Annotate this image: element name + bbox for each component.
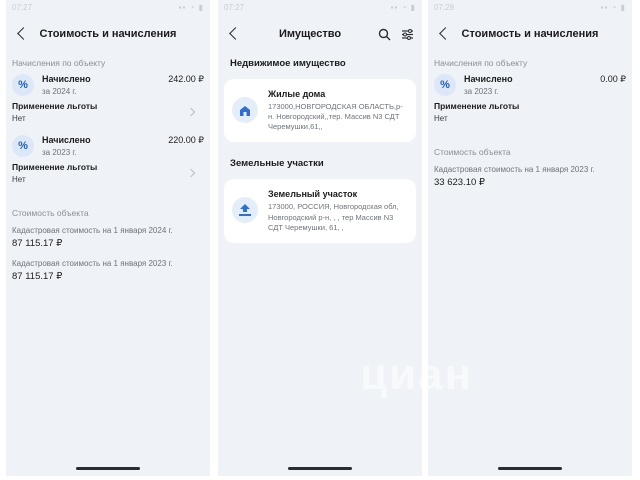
cadastral-value: 87 115.17 ₽ xyxy=(12,271,63,282)
property-card-house[interactable]: Жилые дома 173000,НОВГОРОДСКАЯ ОБЛАСТЬ,р… xyxy=(224,79,416,143)
screen-charges-1: 07:27 ▪▪ ◔ ▮ Стоимость и начисления Начи… xyxy=(6,0,210,476)
benefit-value: Нет xyxy=(12,175,26,184)
header: Стоимость и начисления xyxy=(6,14,210,54)
benefit-row[interactable]: Применение льготы Нет xyxy=(6,101,210,123)
cadastral-label: Кадастровая стоимость на 1 января 2023 г… xyxy=(12,259,173,268)
accrual-item[interactable]: % Начислено за 2023 г. 220.00 ₽ xyxy=(6,135,210,157)
cadastral-value: 33 623.10 ₽ xyxy=(434,177,485,188)
property-card-land[interactable]: Земельный участок 173000, РОССИЯ, Новгор… xyxy=(224,179,416,243)
status-time: 07:27 xyxy=(12,3,33,12)
screen-charges-2: 07:28 ▪▪ ◔ ▮ Стоимость и начисления Начи… xyxy=(428,0,632,476)
home-indicator[interactable] xyxy=(288,467,352,470)
status-icons: ▪▪ ◔ ▮ xyxy=(390,3,416,12)
header: Стоимость и начисления xyxy=(428,14,632,54)
page-title: Стоимость и начисления xyxy=(461,28,599,40)
cadastral-label: Кадастровая стоимость на 1 января 2024 г… xyxy=(12,226,173,235)
status-time: 07:28 xyxy=(434,3,455,12)
cadastral-value: 87 115.17 ₽ xyxy=(12,238,63,249)
accruals-section-label: Начисления по объекту xyxy=(434,58,528,68)
property-address: 173000, РОССИЯ, Новгородская обл, Новгор… xyxy=(268,202,399,232)
home-indicator[interactable] xyxy=(76,467,140,470)
filter-icon[interactable] xyxy=(401,28,414,41)
accrual-title: Начислено xyxy=(464,74,513,84)
status-bar: 07:27 ▪▪ ◔ ▮ xyxy=(6,0,210,14)
accrual-period: за 2023 г. xyxy=(42,148,77,157)
accruals-section-label: Начисления по объекту xyxy=(12,58,106,68)
header-actions xyxy=(378,28,414,41)
status-bar: 07:28 ▪▪ ◔ ▮ xyxy=(428,0,632,14)
benefit-title: Применение льготы xyxy=(12,101,98,111)
benefit-row[interactable]: Применение льготы Нет xyxy=(6,162,210,184)
accrual-amount: 220.00 ₽ xyxy=(168,135,204,145)
status-icons: ▪▪ ◔ ▮ xyxy=(178,3,204,12)
value-section-label: Стоимость объекта xyxy=(434,147,511,157)
benefit-row[interactable]: Применение льготы Нет xyxy=(428,101,632,123)
accrual-period: за 2023 г. xyxy=(464,87,499,96)
accrual-title: Начислено xyxy=(42,135,91,145)
percent-icon: % xyxy=(12,135,34,157)
benefit-value: Нет xyxy=(12,114,26,123)
back-chevron-icon[interactable] xyxy=(226,26,242,42)
accrual-amount: 0.00 ₽ xyxy=(600,74,626,84)
value-section-label: Стоимость объекта xyxy=(12,208,89,218)
percent-icon: % xyxy=(434,74,456,96)
status-icons: ▪▪ ◔ ▮ xyxy=(600,3,626,12)
accrual-item[interactable]: % Начислено за 2023 г. 0.00 ₽ xyxy=(428,74,632,96)
accrual-item[interactable]: % Начислено за 2024 г. 242.00 ₽ xyxy=(6,74,210,96)
page-title: Имущество xyxy=(278,28,342,40)
accrual-amount: 242.00 ₽ xyxy=(168,74,204,84)
property-address: 173000,НОВГОРОДСКАЯ ОБЛАСТЬ,р-н. Новгоро… xyxy=(268,102,403,132)
chevron-right-icon xyxy=(186,107,196,117)
chevron-right-icon xyxy=(186,168,196,178)
benefit-title: Применение льготы xyxy=(434,101,520,111)
benefit-value: Нет xyxy=(434,114,448,123)
benefit-title: Применение льготы xyxy=(12,162,98,172)
back-chevron-icon[interactable] xyxy=(436,26,452,42)
status-time: 07:27 xyxy=(224,3,245,12)
status-bar: 07:27 ▪▪ ◔ ▮ xyxy=(218,0,422,14)
search-icon[interactable] xyxy=(378,28,391,41)
cadastral-label: Кадастровая стоимость на 1 января 2023 г… xyxy=(434,165,595,174)
property-title: Земельный участок xyxy=(268,189,358,200)
realty-section-title: Недвижимое имущество xyxy=(230,58,346,69)
watermark-logo: циан xyxy=(360,350,474,399)
back-chevron-icon[interactable] xyxy=(14,26,30,42)
property-title: Жилые дома xyxy=(268,89,326,99)
screen-property: 07:27 ▪▪ ◔ ▮ Имущество Недвижимое имущес… xyxy=(218,0,422,476)
land-section-title: Земельные участки xyxy=(230,158,324,170)
percent-icon: % xyxy=(12,74,34,96)
home-indicator[interactable] xyxy=(498,467,562,470)
land-plot-icon xyxy=(232,197,258,224)
page-title: Стоимость и начисления xyxy=(39,28,177,40)
header: Имущество xyxy=(218,14,422,54)
house-icon xyxy=(232,97,258,123)
accrual-period: за 2024 г. xyxy=(42,87,77,96)
accrual-title: Начислено xyxy=(42,74,91,84)
